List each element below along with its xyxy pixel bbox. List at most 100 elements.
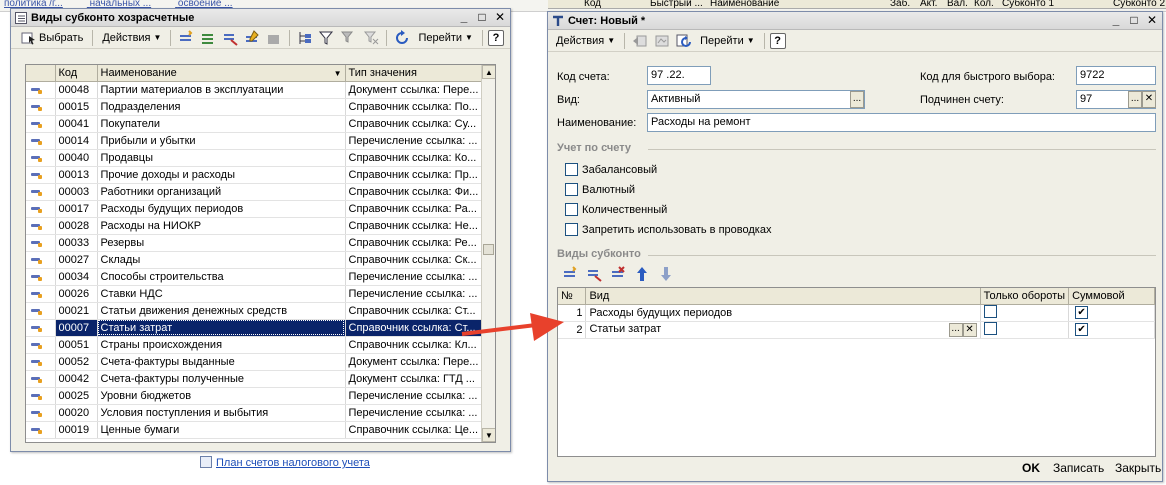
- delete-mark-icon[interactable]: [266, 30, 282, 46]
- quick-code-field[interactable]: 9722: [1076, 66, 1156, 85]
- cell-name: Резервы: [97, 234, 346, 252]
- kind-field[interactable]: Активный: [647, 90, 865, 109]
- table-row[interactable]: 2 Статьи затрат ✕...: [558, 321, 1155, 339]
- refresh-icon[interactable]: [394, 29, 410, 46]
- table-row[interactable]: 00007 Статьи затрат Справочник ссылка: Ст.…: [26, 319, 484, 337]
- table-row[interactable]: 00034 Способы строительства Перечисление с…: [26, 268, 484, 286]
- copy-row-icon[interactable]: [586, 266, 602, 282]
- quantity-checkbox[interactable]: [565, 203, 578, 216]
- select-button[interactable]: Выбрать: [15, 28, 87, 48]
- currency-checkbox[interactable]: [565, 183, 578, 196]
- scroll-up-icon[interactable]: ▲: [482, 65, 495, 79]
- clear-filter-icon[interactable]: [363, 30, 379, 46]
- move-up-icon[interactable]: [634, 266, 650, 282]
- account-icon: [553, 15, 563, 26]
- table-row[interactable]: 00042 Счета-фактуры полученные Документ сс…: [26, 370, 484, 388]
- turnover-checkbox[interactable]: [983, 304, 997, 318]
- maximize-icon[interactable]: □: [476, 11, 488, 23]
- right-window-title: Счет: Новый *: [568, 15, 646, 27]
- turnover-checkbox[interactable]: [983, 321, 997, 335]
- actions-menu[interactable]: Действия ▼: [552, 31, 619, 51]
- sum-checkbox[interactable]: [1075, 323, 1089, 336]
- close-button[interactable]: Закрыть: [1115, 461, 1161, 475]
- select-button[interactable]: ...: [948, 322, 963, 337]
- goto-menu[interactable]: Перейти ▼: [696, 31, 759, 51]
- cell-kind[interactable]: Статьи затрат ✕...: [585, 321, 981, 339]
- hierarchy-icon[interactable]: [297, 30, 313, 46]
- table-row[interactable]: 00019 Ценные бумаги Справочник ссылка: Це.…: [26, 421, 484, 439]
- table-row[interactable]: 00033 Резервы Справочник ссылка: Ре...: [26, 234, 484, 252]
- add-row-icon[interactable]: [562, 266, 578, 282]
- account-form-window: Счет: Новый * _ □ ✕ Действия ▼ Перейти ▼ ?…: [547, 11, 1163, 482]
- edit-icon[interactable]: [244, 29, 260, 46]
- table-row[interactable]: 00052 Счета-фактуры выданные Документ ссыл…: [26, 353, 484, 371]
- table-row[interactable]: 1 Расходы будущих периодов: [558, 304, 1155, 322]
- col-type[interactable]: Тип значения: [345, 65, 484, 82]
- copy-icon[interactable]: [222, 30, 239, 46]
- back-icon[interactable]: [632, 33, 648, 49]
- table-row[interactable]: 00028 Расходы на НИОКР Справочник ссылка: …: [26, 217, 484, 235]
- table-row[interactable]: 00051 Страны происхождения Справочник ссыл…: [26, 336, 484, 354]
- parent-clear-icon[interactable]: ✕: [1142, 91, 1156, 108]
- minimize-icon[interactable]: _: [1110, 14, 1122, 26]
- account-code-field[interactable]: 97 .22.: [647, 66, 711, 85]
- col-name[interactable]: Наименование ▼: [97, 65, 346, 82]
- refresh-icon[interactable]: [676, 33, 692, 49]
- off-balance-checkbox[interactable]: [565, 163, 578, 176]
- filter-icon[interactable]: [319, 30, 335, 46]
- sum-checkbox[interactable]: [1075, 306, 1089, 319]
- element-icon: [29, 137, 43, 145]
- tax-chart-link[interactable]: План счетов налогового учета: [200, 456, 370, 469]
- table-row[interactable]: 00014 Прибыли и убытки Перечисление ссылка…: [26, 132, 484, 150]
- add-group-icon[interactable]: [200, 30, 216, 46]
- add-icon[interactable]: [178, 29, 194, 46]
- help-button[interactable]: ?: [769, 32, 786, 49]
- scroll-thumb[interactable]: [483, 244, 494, 255]
- minimize-icon[interactable]: _: [458, 11, 470, 23]
- table-row[interactable]: 00041 Покупатели Справочник ссылка: Су...: [26, 115, 484, 133]
- parent-select-button[interactable]: ...: [1128, 91, 1142, 108]
- table-row[interactable]: 00026 Ставки НДС Перечисление ссылка: ...: [26, 285, 484, 303]
- forbid-postings-checkbox[interactable]: [565, 223, 578, 236]
- document-icon[interactable]: [654, 33, 670, 49]
- cell-kind[interactable]: Расходы будущих периодов: [585, 304, 981, 322]
- col-sum[interactable]: Суммовой: [1068, 288, 1155, 305]
- scroll-down-icon[interactable]: ▼: [482, 428, 495, 442]
- element-icon: [29, 205, 43, 213]
- right-window-titlebar[interactable]: Счет: Новый * _ □ ✕: [548, 12, 1162, 30]
- element-icon: [29, 392, 43, 400]
- table-row[interactable]: 00013 Прочие доходы и расходы Справочник с…: [26, 166, 484, 184]
- filter-list-icon[interactable]: [341, 30, 357, 46]
- save-button[interactable]: Записать: [1053, 461, 1104, 475]
- goto-menu[interactable]: Перейти ▼: [414, 28, 477, 48]
- element-icon: [29, 154, 43, 162]
- table-row[interactable]: 00027 Склады Справочник ссылка: Ск...: [26, 251, 484, 269]
- ok-button[interactable]: OK: [1022, 461, 1040, 475]
- delete-row-icon[interactable]: [610, 266, 626, 282]
- close-icon[interactable]: ✕: [1146, 14, 1158, 26]
- move-down-icon[interactable]: [658, 266, 674, 282]
- col-kind[interactable]: Вид: [585, 288, 981, 305]
- kind-select-button[interactable]: ...: [850, 91, 864, 108]
- vertical-scrollbar[interactable]: ▲ ▼: [481, 65, 495, 442]
- cell-name: Статьи движения денежных средств: [97, 302, 346, 320]
- table-row[interactable]: 00021 Статьи движения денежных средств Спр…: [26, 302, 484, 320]
- table-row[interactable]: 00017 Расходы будущих периодов Справочник …: [26, 200, 484, 218]
- table-row[interactable]: 00015 Подразделения Справочник ссылка: По.…: [26, 98, 484, 116]
- table-row[interactable]: 00040 Продавцы Справочник ссылка: Ко...: [26, 149, 484, 167]
- clear-icon[interactable]: ✕: [962, 322, 977, 337]
- maximize-icon[interactable]: □: [1128, 14, 1140, 26]
- col-code[interactable]: Код: [55, 65, 98, 82]
- table-row[interactable]: 00020 Условия поступления и выбытия Перечи…: [26, 404, 484, 422]
- close-icon[interactable]: ✕: [494, 11, 506, 23]
- cell-turnover: [980, 321, 1070, 339]
- actions-menu[interactable]: Действия ▼: [98, 28, 165, 48]
- table-row[interactable]: 00025 Уровни бюджетов Перечисление ссылка:…: [26, 387, 484, 405]
- left-window-titlebar[interactable]: Виды субконто хозрасчетные _ □ ✕: [11, 9, 510, 27]
- cell-code: 00033: [55, 234, 98, 252]
- col-turnover[interactable]: Только обороты: [980, 288, 1070, 305]
- table-row[interactable]: 00003 Работники организаций Справочник ссы…: [26, 183, 484, 201]
- table-row[interactable]: 00048 Партии материалов в эксплуатации Док…: [26, 81, 484, 99]
- name-field[interactable]: Расходы на ремонт: [647, 113, 1156, 132]
- help-button[interactable]: ?: [487, 29, 504, 46]
